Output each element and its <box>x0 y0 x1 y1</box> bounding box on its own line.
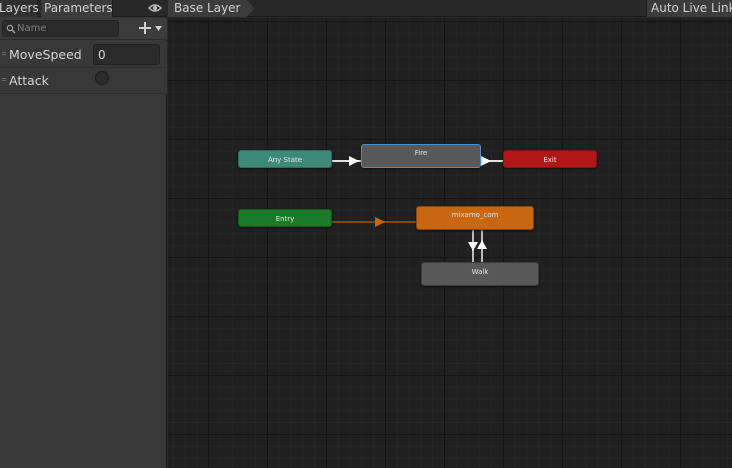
transition-arrowhead <box>349 156 359 166</box>
parameter-name: MoveSpeed <box>9 47 82 62</box>
parameter-search-bar <box>0 18 167 40</box>
search-icon <box>6 24 16 34</box>
state-node-any-state[interactable]: Any State <box>238 150 332 168</box>
add-parameter-button[interactable] <box>137 21 165 37</box>
animator-left-panel: Layers Parameters MoveSpeed <box>0 0 167 468</box>
transition-layer <box>332 156 503 262</box>
state-node-mixamo-com[interactable]: mixamo_com <box>416 206 534 230</box>
state-node-entry[interactable]: Entry <box>238 209 332 227</box>
tab-layers[interactable]: Layers <box>0 0 39 17</box>
state-node-walk[interactable]: Walk <box>421 262 539 286</box>
parameter-name: Attack <box>9 73 49 88</box>
auto-live-link-toggle[interactable]: Auto Live Link <box>646 0 732 17</box>
parameter-row-movespeed[interactable]: MoveSpeed <box>0 41 167 68</box>
chevron-down-icon <box>155 26 162 31</box>
transition-arrowhead <box>468 242 478 251</box>
state-machine-graph[interactable]: Any State Fire Exit Entry mixamo_com Wal… <box>168 18 732 468</box>
movespeed-value-field[interactable] <box>93 44 160 65</box>
state-node-exit[interactable]: Exit <box>503 150 597 168</box>
breadcrumb[interactable]: Base Layer <box>168 0 255 17</box>
tab-parameters[interactable]: Parameters <box>41 0 113 17</box>
plus-icon <box>139 22 151 34</box>
search-field[interactable] <box>2 20 119 37</box>
state-node-fire[interactable]: Fire <box>361 144 481 168</box>
drag-handle-icon[interactable] <box>2 52 6 55</box>
transition-arrowhead <box>481 156 491 166</box>
eye-icon[interactable] <box>148 3 162 13</box>
transition-arrowhead <box>477 240 487 249</box>
search-input[interactable] <box>17 21 117 36</box>
attack-trigger-toggle[interactable] <box>95 71 109 85</box>
panel-tab-bar: Layers Parameters <box>0 0 167 17</box>
graph-header: Base Layer Auto Live Link <box>168 0 732 17</box>
transition-arrowhead <box>375 217 385 227</box>
parameter-row-attack[interactable]: Attack <box>0 68 167 94</box>
drag-handle-icon[interactable] <box>2 78 6 81</box>
